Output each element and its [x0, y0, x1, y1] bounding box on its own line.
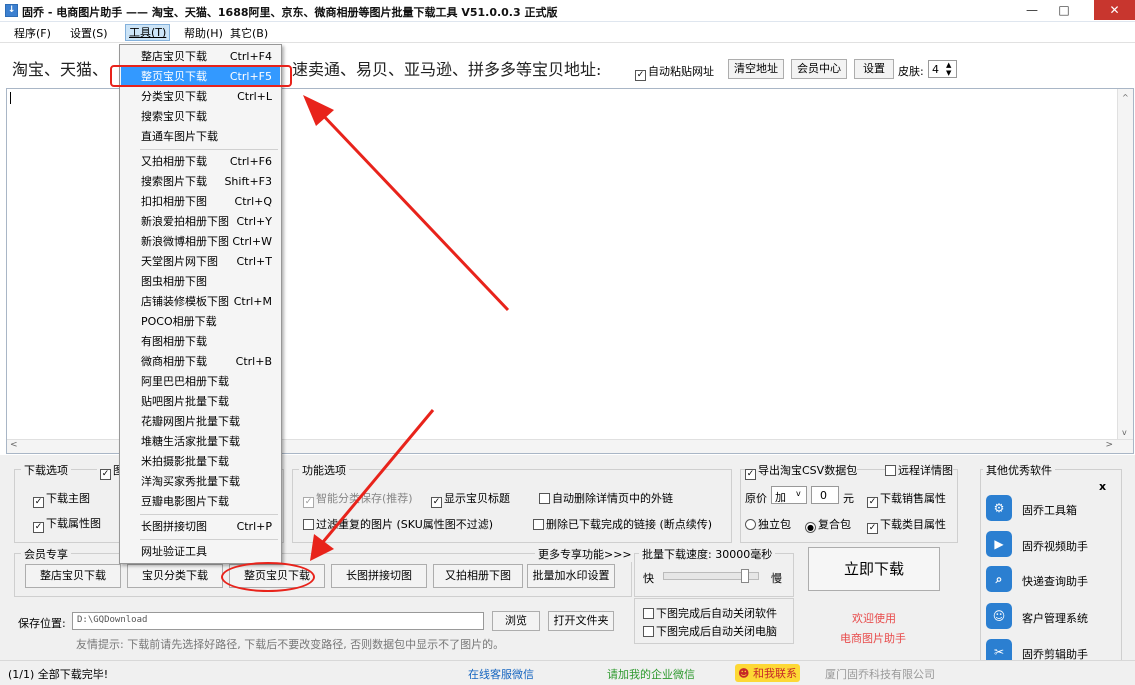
arrow-head-to-button	[310, 534, 334, 561]
arrow-line-to-menu	[316, 108, 510, 312]
arrow-annotations	[303, 95, 510, 561]
arrow-line-to-button	[316, 409, 435, 549]
